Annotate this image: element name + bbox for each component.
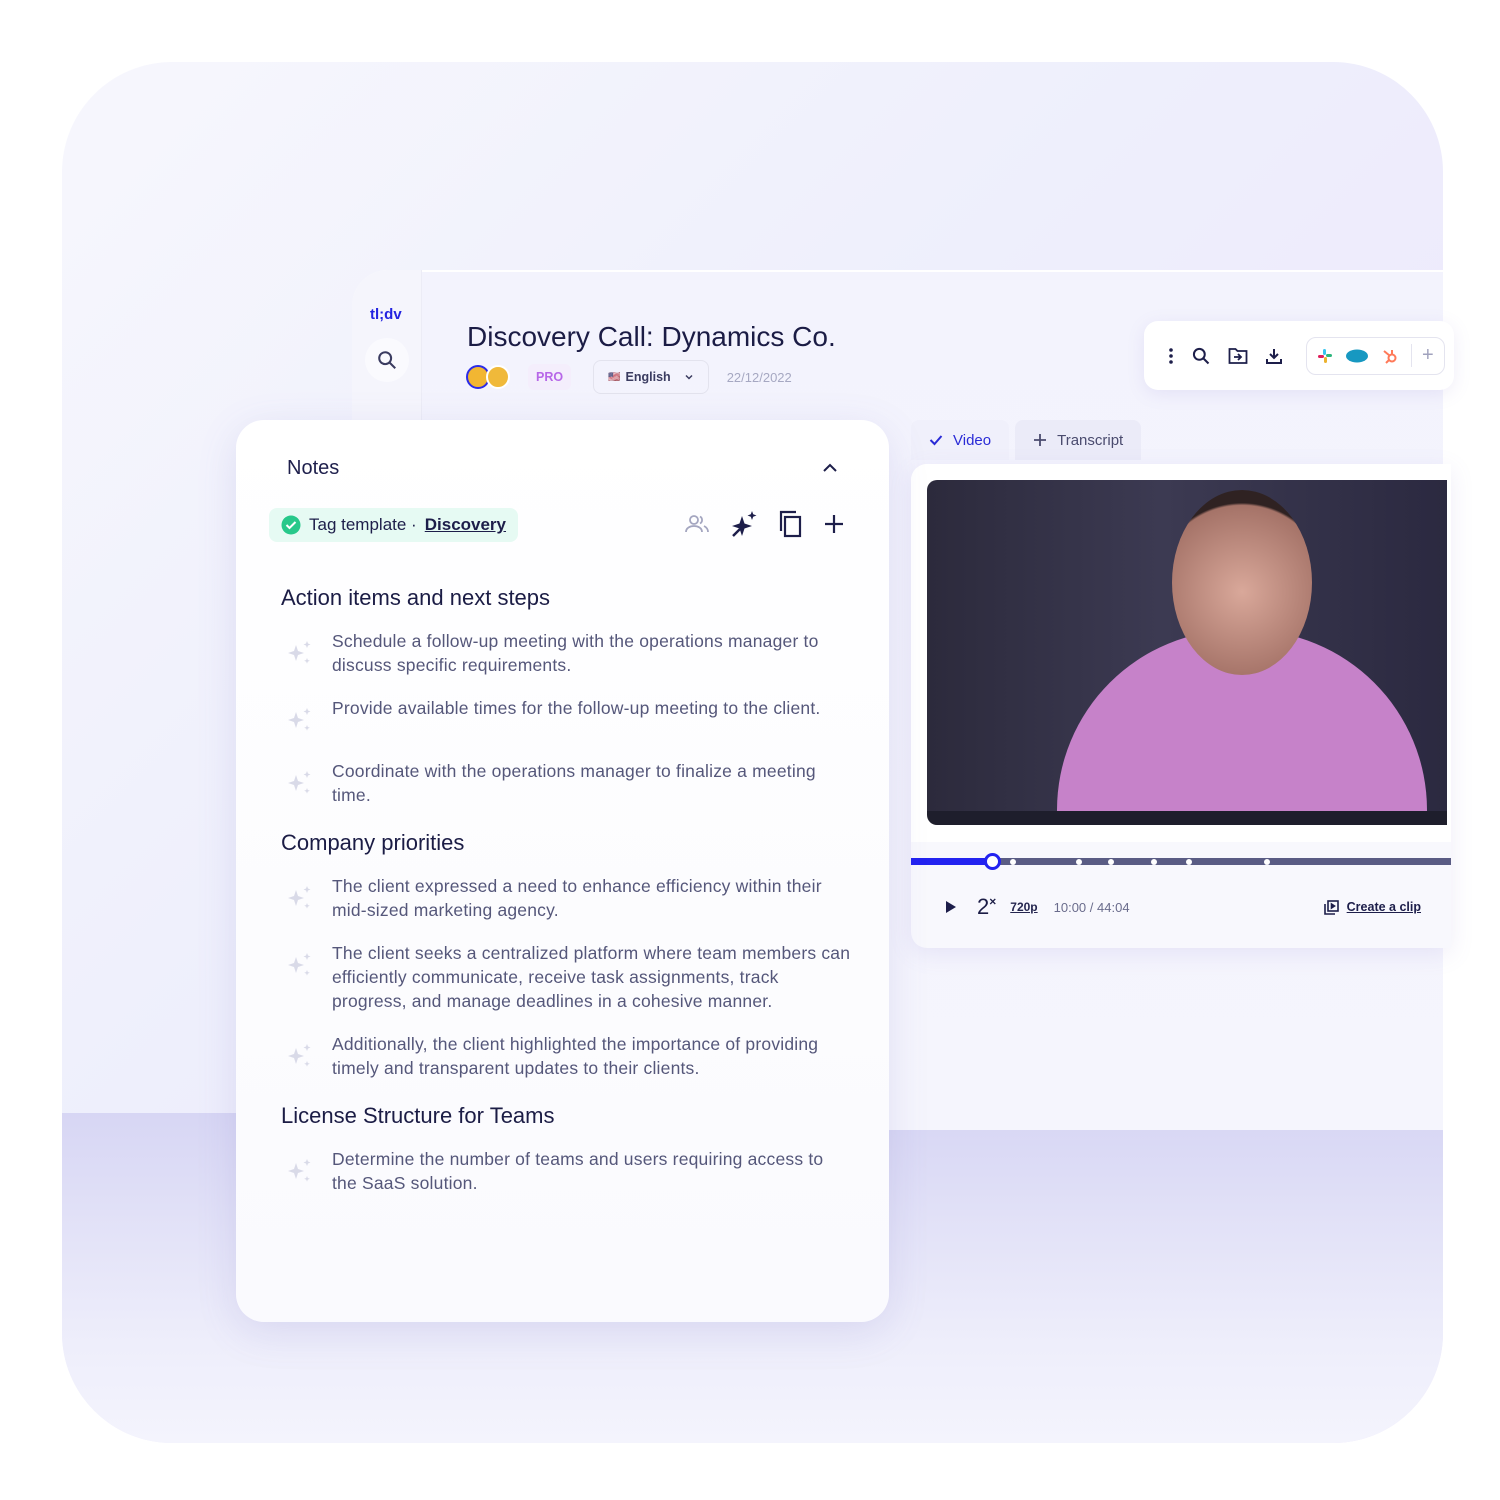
note-item[interactable]: The client expressed a need to enhance e… (281, 874, 851, 922)
speed-suffix: × (989, 894, 997, 909)
plus-icon[interactable] (824, 514, 844, 534)
note-marker[interactable] (1186, 858, 1192, 865)
sparkle-icon (281, 874, 332, 922)
integrations-group: + (1306, 336, 1445, 375)
play-icon[interactable] (945, 900, 957, 914)
more-vertical-icon[interactable] (1168, 347, 1174, 365)
section-heading: License Structure for Teams (281, 1103, 555, 1128)
search-icon (378, 351, 396, 369)
sparkle-icon (281, 629, 332, 677)
language-value: English (625, 370, 671, 384)
search-icon[interactable] (1191, 346, 1211, 366)
notes-content: Action items and next steps Schedule a fo… (281, 585, 851, 1218)
note-marker[interactable] (1151, 858, 1157, 865)
section-heading: Action items and next steps (281, 585, 551, 610)
meeting-meta: PRO 🇺🇸 English 22/12/2022 (466, 360, 792, 394)
salesforce-icon[interactable] (1345, 348, 1369, 364)
create-clip-button[interactable]: Create a clip (1323, 899, 1421, 915)
note-marker[interactable] (1108, 858, 1114, 865)
section-heading: Company priorities (281, 830, 465, 855)
note-text: Schedule a follow-up meeting with the op… (332, 631, 819, 675)
time-display: 10:00 / 44:04 (1054, 900, 1130, 915)
sparkle-icon (281, 1147, 332, 1195)
sparkle-icon (281, 941, 332, 1013)
sparkle-icon (281, 1032, 332, 1080)
playback-speed-button[interactable]: 2× (977, 894, 996, 920)
note-text: The client expressed a need to enhance e… (332, 876, 822, 920)
note-text: Determine the number of teams and users … (332, 1149, 824, 1193)
view-tabs: Video Transcript (911, 420, 1142, 460)
note-text: Coordinate with the operations manager t… (332, 761, 816, 805)
tag-template-link[interactable]: Discovery (425, 515, 506, 535)
tag-template-label: Tag template · (309, 515, 417, 534)
note-item[interactable]: Coordinate with the operations manager t… (281, 759, 851, 807)
download-icon[interactable] (1265, 347, 1283, 365)
sparkle-icon (281, 759, 332, 807)
sidebar-rail: tl;dv (352, 270, 422, 420)
check-circle-icon (281, 515, 301, 535)
ai-sparkle-icon[interactable] (730, 510, 758, 538)
notes-actions (684, 510, 844, 538)
tab-transcript[interactable]: Transcript (1015, 420, 1142, 460)
slack-icon[interactable] (1317, 348, 1333, 364)
speed-value: 2 (977, 894, 990, 919)
users-icon[interactable] (684, 513, 710, 535)
video-player: 2× 720p 10:00 / 44:04 Create a clip (911, 464, 1451, 948)
page-title: Discovery Call: Dynamics Co. (467, 321, 836, 352)
note-marker[interactable] (1076, 858, 1082, 865)
note-item[interactable]: The client seeks a centralized platform … (281, 941, 851, 1013)
chevron-down-icon (685, 374, 693, 380)
tag-template-badge[interactable]: Tag template · Discovery (269, 508, 519, 542)
progress-thumb[interactable] (984, 853, 1001, 870)
note-text: The client seeks a centralized platform … (332, 943, 851, 1011)
meeting-date: 22/12/2022 (726, 369, 792, 385)
add-integration-button[interactable]: + (1411, 344, 1434, 367)
note-marker[interactable] (1010, 858, 1016, 865)
us-flag-icon: 🇺🇸 (608, 371, 621, 383)
copy-icon[interactable] (778, 510, 804, 538)
plus-icon (1034, 434, 1047, 446)
video-frame[interactable] (927, 480, 1447, 825)
plan-badge: PRO (528, 364, 572, 390)
meeting-toolbar: + (1144, 321, 1454, 390)
note-item[interactable]: Determine the number of teams and users … (281, 1147, 851, 1195)
logo: tl;dv (370, 306, 402, 323)
note-item[interactable]: Schedule a follow-up meeting with the op… (281, 629, 851, 677)
quality-button[interactable]: 720p (1010, 900, 1037, 914)
note-text: Provide available times for the follow-u… (332, 698, 821, 718)
note-item[interactable]: Additionally, the client highlighted the… (281, 1032, 851, 1080)
tab-video[interactable]: Video (911, 420, 1010, 460)
progress-fill (911, 858, 992, 865)
video-progress-slider[interactable] (911, 853, 1451, 870)
tab-label: Transcript (1057, 431, 1124, 449)
move-to-folder-icon[interactable] (1228, 347, 1248, 365)
clip-icon (1323, 899, 1339, 915)
language-select[interactable]: 🇺🇸 English (593, 360, 709, 394)
hubspot-icon[interactable] (1381, 347, 1399, 365)
note-item[interactable]: Provide available times for the follow-u… (281, 696, 851, 740)
current-time: 10:00 (1053, 899, 1087, 915)
note-text: Additionally, the client highlighted the… (332, 1034, 819, 1078)
sidebar-search-button[interactable] (365, 338, 409, 382)
duration: 44:04 (1097, 899, 1130, 915)
player-controls: 2× 720p 10:00 / 44:04 Create a clip (945, 894, 1421, 920)
tab-label: Video (953, 431, 992, 449)
notes-heading: Notes (287, 457, 340, 479)
check-icon (929, 435, 943, 446)
chevron-up-icon[interactable] (822, 462, 838, 474)
notes-panel: Notes Tag template · Discovery Action it… (236, 420, 889, 1322)
avatar[interactable] (486, 365, 510, 389)
note-marker[interactable] (1264, 858, 1270, 865)
time-separator: / (1086, 899, 1098, 915)
sparkle-icon (281, 696, 332, 740)
create-clip-label: Create a clip (1346, 900, 1421, 914)
